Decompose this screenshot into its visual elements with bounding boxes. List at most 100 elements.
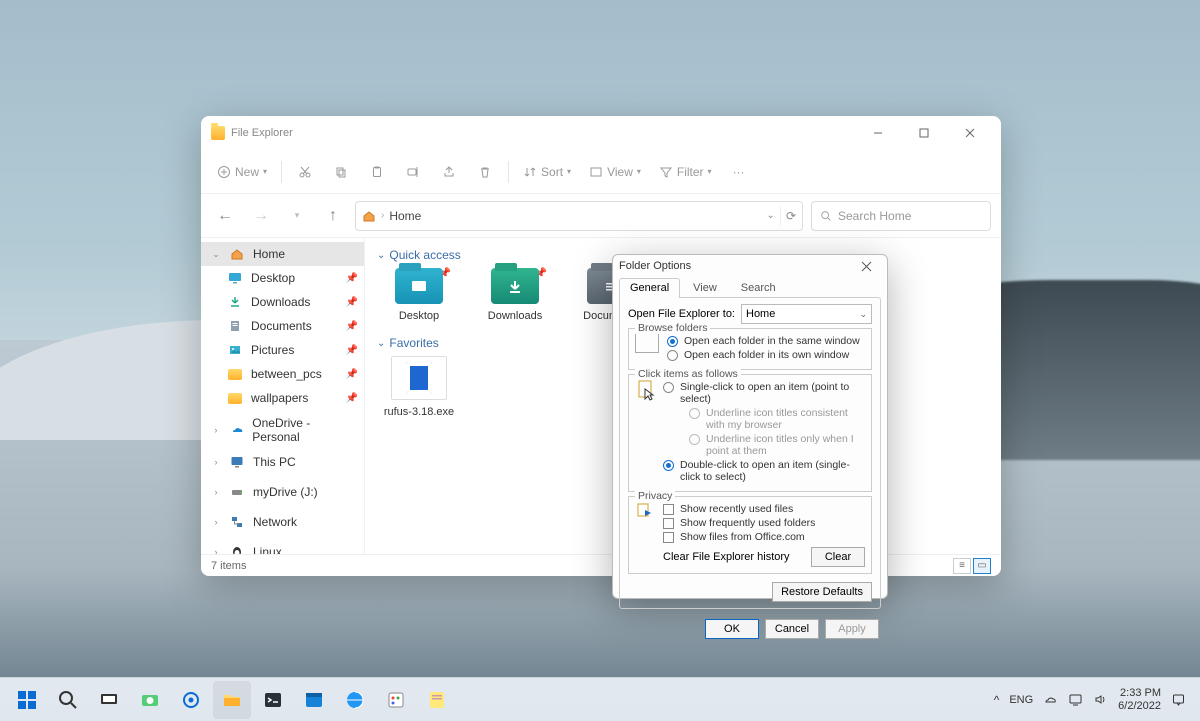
radio-own-window[interactable]: [667, 350, 678, 361]
radio-single-click[interactable]: [663, 382, 674, 393]
back-button[interactable]: ←: [211, 202, 239, 230]
window-diagram-icon: [635, 333, 659, 353]
rename-button[interactable]: [396, 156, 430, 188]
view-button[interactable]: View▾: [581, 156, 649, 188]
radio-same-window[interactable]: [667, 336, 678, 347]
sidebar-label: Pictures: [251, 343, 294, 357]
close-button[interactable]: [947, 116, 993, 150]
sort-button[interactable]: Sort▾: [515, 156, 579, 188]
sidebar-item-desktop[interactable]: Desktop📌: [201, 266, 364, 290]
search-button[interactable]: [49, 681, 87, 719]
links-app-icon[interactable]: [336, 681, 374, 719]
tab-view[interactable]: View: [682, 278, 728, 298]
sidebar-item-wallpapers[interactable]: wallpapers📌: [201, 386, 364, 410]
settings-app-icon[interactable]: [172, 681, 210, 719]
start-button[interactable]: [8, 681, 46, 719]
restore-defaults-button[interactable]: Restore Defaults: [772, 582, 872, 602]
camera-app-icon[interactable]: [131, 681, 169, 719]
item-desktop[interactable]: 📌Desktop: [381, 268, 457, 322]
taskbar: ^ ENG 2:33 PM 6/2/2022: [0, 677, 1200, 721]
network-tray-icon[interactable]: [1068, 692, 1083, 707]
sidebar-item-between-pcs[interactable]: between_pcs📌: [201, 362, 364, 386]
language-indicator[interactable]: ENG: [1009, 694, 1033, 706]
folder-options-dialog: Folder Options General View Search Open …: [612, 254, 888, 599]
new-label: New: [235, 165, 259, 179]
share-button[interactable]: [432, 156, 466, 188]
terminal-app-icon[interactable]: [254, 681, 292, 719]
address-bar[interactable]: › Home ⌄ ⟳: [355, 201, 803, 231]
details-view-button[interactable]: ≡: [953, 558, 971, 574]
calendar-app-icon[interactable]: [295, 681, 333, 719]
sidebar-item-network[interactable]: ›Network: [201, 510, 364, 534]
sidebar-item-downloads[interactable]: Downloads📌: [201, 290, 364, 314]
close-button[interactable]: [851, 255, 881, 277]
check-frequent[interactable]: [663, 518, 674, 529]
sidebar-label: wallpapers: [251, 391, 308, 405]
cancel-button[interactable]: Cancel: [765, 619, 819, 639]
click-fieldset: Click items as follows Single-click to o…: [628, 374, 872, 492]
apply-button[interactable]: Apply: [825, 619, 879, 639]
home-icon: [362, 209, 376, 223]
volume-tray-icon[interactable]: [1093, 692, 1108, 707]
filter-button[interactable]: Filter▾: [651, 156, 720, 188]
onedrive-tray-icon[interactable]: [1043, 692, 1058, 707]
cut-button[interactable]: [288, 156, 322, 188]
privacy-fieldset: Privacy Show recently used files Show fr…: [628, 496, 872, 574]
explorer-app-icon[interactable]: [213, 681, 251, 719]
sidebar-item-mydrive[interactable]: ›myDrive (J:): [201, 480, 364, 504]
option-label: Double-click to open an item (single-cli…: [680, 459, 865, 483]
copy-button[interactable]: [324, 156, 358, 188]
dialog-titlebar[interactable]: Folder Options: [613, 255, 887, 277]
ok-button[interactable]: OK: [705, 619, 759, 639]
section-label: Favorites: [389, 336, 438, 350]
taskview-button[interactable]: [90, 681, 128, 719]
minimize-button[interactable]: [855, 116, 901, 150]
delete-button[interactable]: [468, 156, 502, 188]
open-explorer-select[interactable]: Home⌄: [741, 304, 872, 324]
sidebar-label: Home: [253, 247, 285, 261]
address-dropdown-icon[interactable]: ⌄: [767, 210, 775, 221]
sort-label: Sort: [541, 165, 563, 179]
radio-underline-browser: [689, 408, 700, 419]
sidebar-item-onedrive[interactable]: ›OneDrive - Personal: [201, 418, 364, 442]
up-button[interactable]: ↑: [319, 202, 347, 230]
notes-app-icon[interactable]: [418, 681, 456, 719]
sidebar-label: OneDrive - Personal: [252, 416, 358, 444]
forward-button[interactable]: →: [247, 202, 275, 230]
tab-search[interactable]: Search: [730, 278, 787, 298]
item-downloads[interactable]: 📌Downloads: [477, 268, 553, 322]
radio-double-click[interactable]: [663, 460, 674, 471]
search-input[interactable]: Search Home: [811, 201, 991, 231]
radio-underline-point: [689, 434, 700, 445]
paste-button[interactable]: [360, 156, 394, 188]
option-label: Open each folder in the same window: [684, 335, 860, 347]
system-tray[interactable]: ^ ENG 2:33 PM 6/2/2022: [994, 687, 1192, 712]
search-placeholder: Search Home: [838, 209, 911, 223]
titlebar[interactable]: File Explorer: [201, 116, 1001, 150]
tab-general[interactable]: General: [619, 278, 680, 298]
refresh-button[interactable]: ⟳: [786, 209, 796, 223]
item-label: Desktop: [399, 310, 439, 322]
paint-app-icon[interactable]: [377, 681, 415, 719]
option-label: Single-click to open an item (point to s…: [680, 381, 865, 405]
view-label: View: [607, 165, 633, 179]
sidebar-item-pictures[interactable]: Pictures📌: [201, 338, 364, 362]
dialog-title: Folder Options: [619, 260, 691, 272]
item-rufus[interactable]: rufus-3.18.exe: [381, 356, 457, 418]
recent-button[interactable]: ▾: [283, 202, 311, 230]
tray-chevron-icon[interactable]: ^: [994, 693, 1000, 707]
check-recent[interactable]: [663, 504, 674, 515]
sidebar-label: Desktop: [251, 271, 295, 285]
sidebar-item-linux[interactable]: ›Linux: [201, 540, 364, 554]
icons-view-button[interactable]: ▭: [973, 558, 991, 574]
check-office[interactable]: [663, 532, 674, 543]
notification-tray-icon[interactable]: [1171, 692, 1186, 707]
sidebar-item-documents[interactable]: Documents📌: [201, 314, 364, 338]
maximize-button[interactable]: [901, 116, 947, 150]
clear-button[interactable]: Clear: [811, 547, 865, 567]
new-button[interactable]: New▾: [209, 156, 275, 188]
sidebar-item-home[interactable]: ⌄Home: [201, 242, 364, 266]
option-label: Show frequently used folders: [680, 517, 815, 529]
sidebar-item-thispc[interactable]: ›This PC: [201, 450, 364, 474]
more-button[interactable]: ···: [722, 156, 756, 188]
